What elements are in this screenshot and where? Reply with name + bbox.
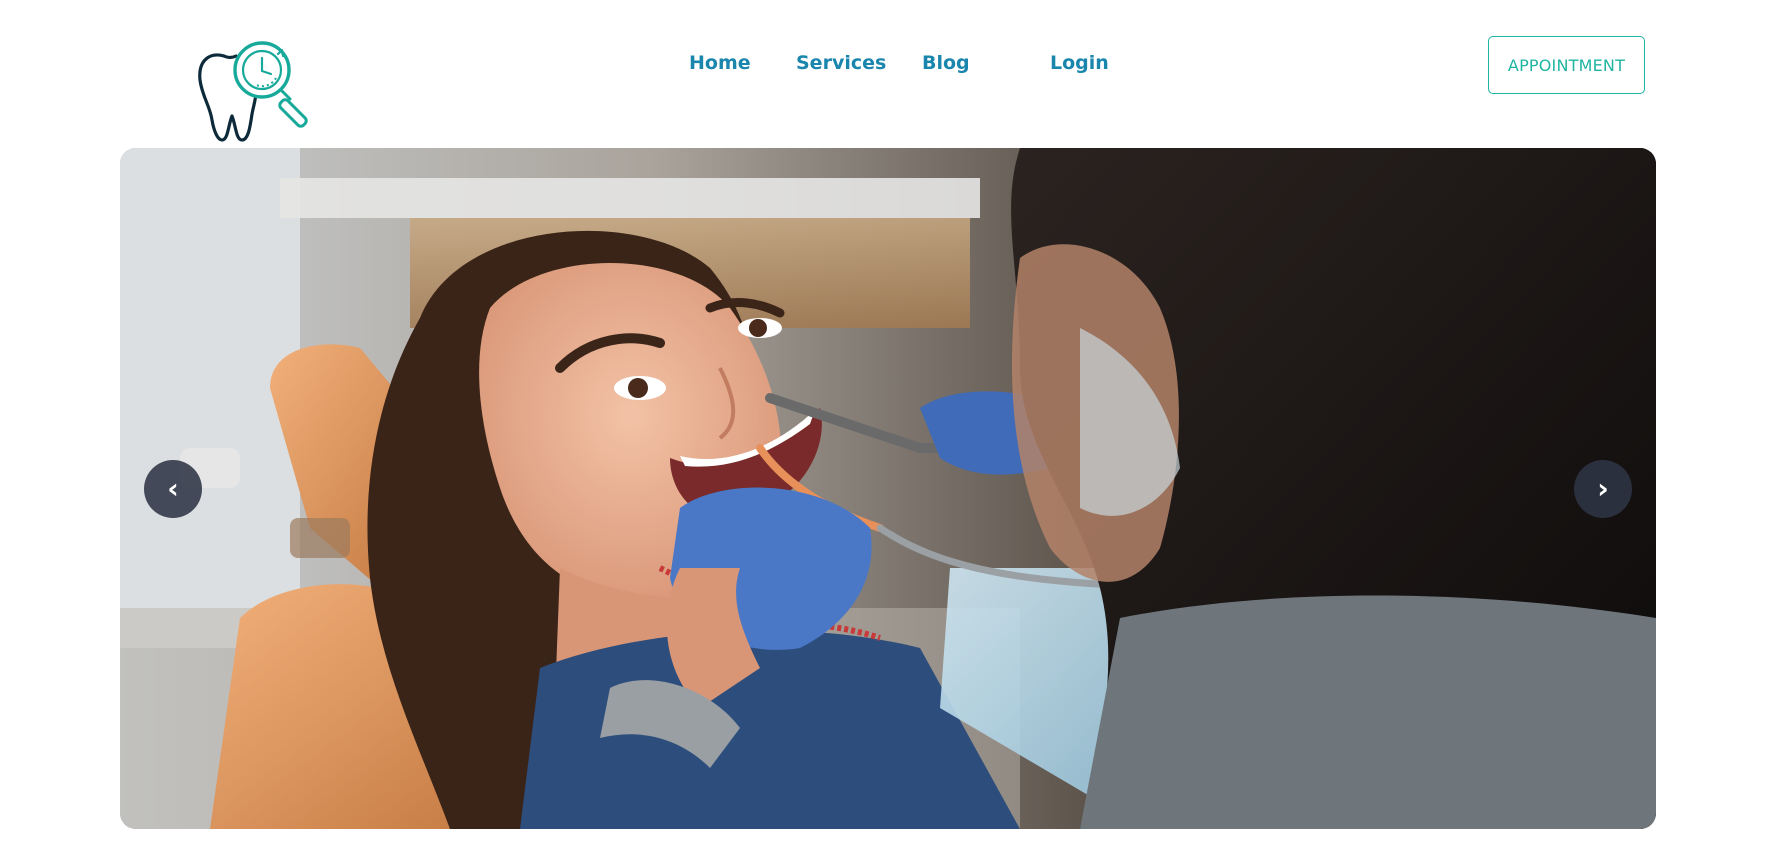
page: Home Services Blog Login APPOINTMENT ‹ › [0,0,1772,841]
carousel-next-button[interactable]: › [1574,460,1632,518]
tooth-magnifier-logo-icon [198,41,308,142]
site-logo[interactable] [196,40,326,144]
nav-services-link[interactable]: Services [796,52,886,74]
hero-carousel: ‹ › [120,148,1656,829]
nav-login-link[interactable]: Login [1050,52,1109,74]
hero-photo [120,148,1656,829]
nav-home-link[interactable]: Home [689,52,751,74]
nav-blog-link[interactable]: Blog [922,52,970,74]
appointment-button[interactable]: APPOINTMENT [1488,36,1645,94]
carousel-prev-button[interactable]: ‹ [144,460,202,518]
